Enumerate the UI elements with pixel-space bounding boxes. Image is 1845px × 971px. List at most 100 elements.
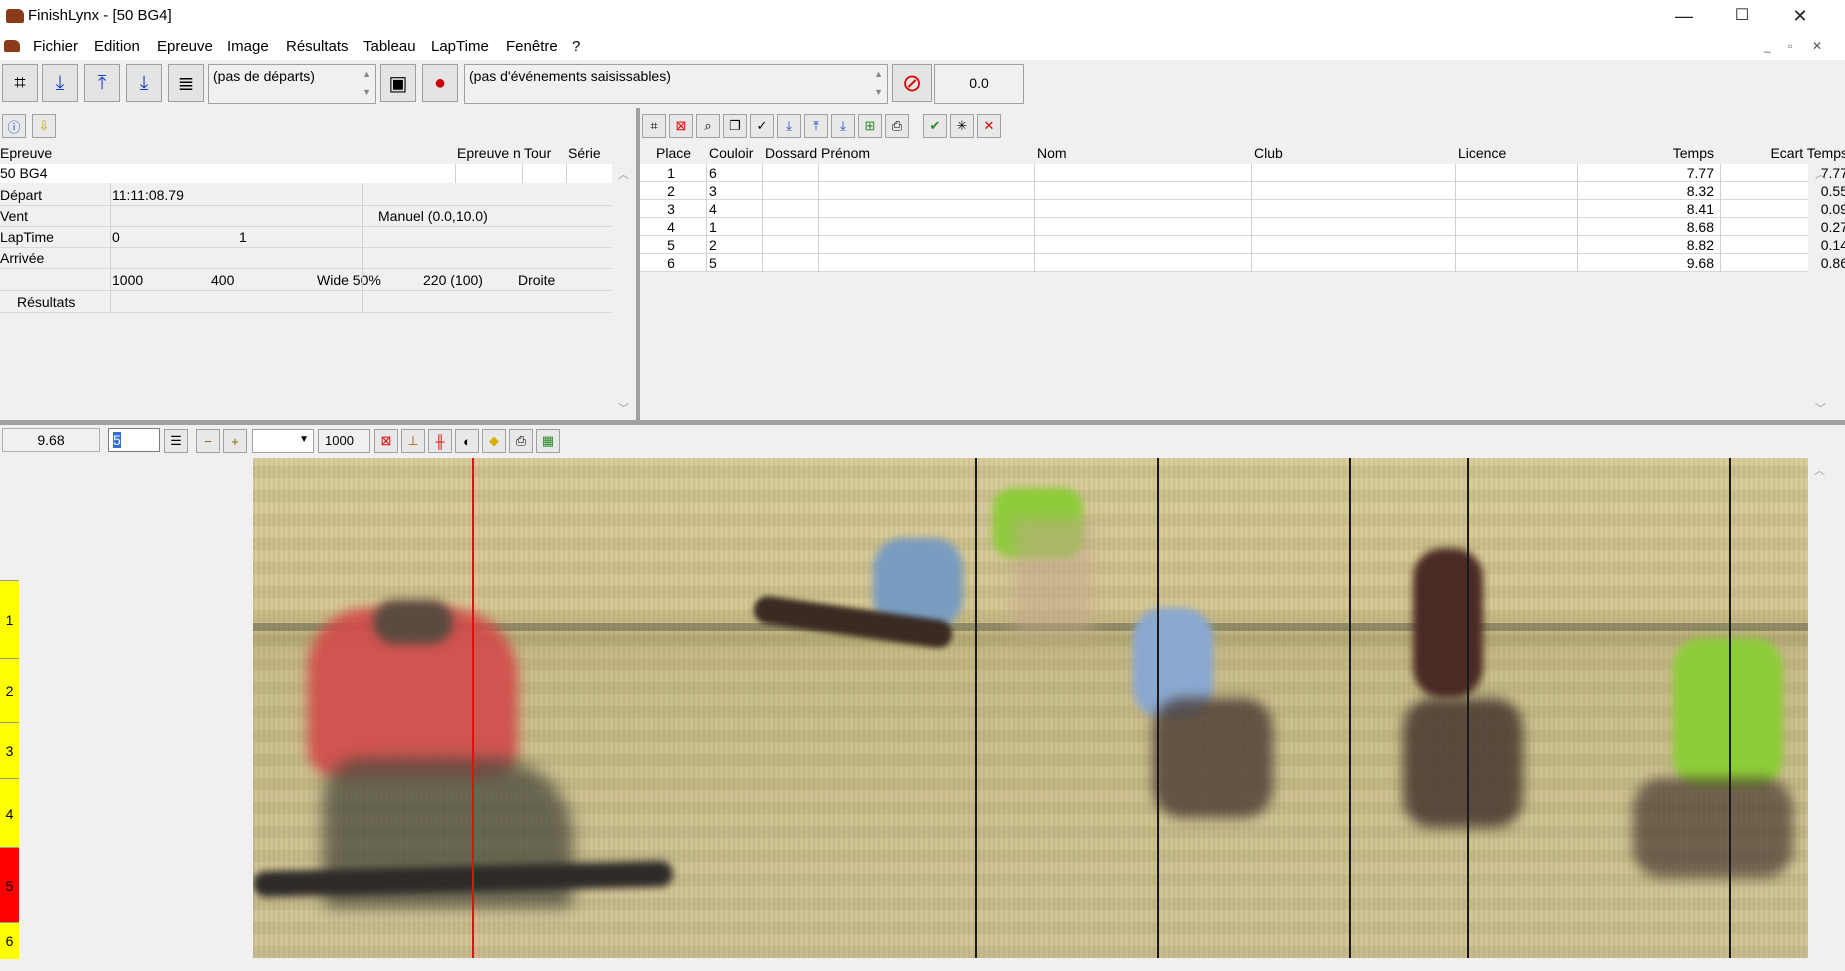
cell-ecart[interactable]: 0.14 (1730, 237, 1845, 253)
zoom-input[interactable]: 5 (108, 428, 160, 452)
mdi-minimize-button[interactable]: _ (1764, 39, 1771, 53)
nom-header[interactable]: Nom (1037, 145, 1067, 161)
cell-couloir[interactable]: 4 (709, 201, 759, 217)
event-scroll-down-icon[interactable]: ﹀ (618, 400, 629, 416)
results-clear-button[interactable]: ⊠ (669, 114, 693, 138)
settings-sliders-button[interactable]: ☰ (164, 429, 188, 453)
lane-marker-6[interactable]: 6 (0, 922, 19, 959)
close-button[interactable]: ✕ (1772, 0, 1828, 32)
cell-place[interactable]: 2 (640, 183, 702, 199)
cell-temps[interactable]: 8.32 (1640, 183, 1714, 199)
image-select-dropdown[interactable]: ▼ (252, 429, 314, 453)
events-down-arrow-icon[interactable]: ▼ (874, 87, 883, 97)
cell-couloir[interactable]: 2 (709, 237, 759, 253)
menu-edition[interactable]: Edition (94, 38, 140, 55)
menu-image[interactable]: Image (227, 38, 269, 55)
place-header[interactable]: Place (656, 145, 691, 161)
info-button[interactable]: ⓘ (2, 114, 26, 138)
menu-fenetre[interactable]: Fenêtre (506, 38, 558, 55)
depart-value[interactable]: 11:11:08.79 (112, 187, 184, 203)
red-cursor-line[interactable] (472, 458, 474, 958)
menu-epreuve[interactable]: Epreuve (157, 38, 213, 55)
results-tree-button[interactable]: ⊞ (858, 114, 882, 138)
cell-place[interactable]: 3 (640, 201, 702, 217)
laptime-value-2[interactable]: 1 (239, 229, 247, 245)
cell-ecart[interactable]: 7.77 (1730, 165, 1845, 181)
ecart-header[interactable]: Ecart Temps (1730, 145, 1845, 161)
lane-marker-1[interactable]: 1 (0, 580, 19, 659)
save-event-button[interactable]: ⤒ (84, 64, 120, 102)
cell-place[interactable]: 6 (640, 255, 702, 271)
cell-couloir[interactable]: 5 (709, 255, 759, 271)
table-row[interactable]: 6 5 9.68 0.86 (640, 254, 1845, 272)
cell-ecart[interactable]: 0.27 (1730, 219, 1845, 235)
brightness-button[interactable]: ◆ (482, 429, 506, 453)
results-open-button[interactable]: ⤓ (777, 114, 801, 138)
lane-marker-4[interactable]: 4 (0, 778, 19, 848)
event-scroll-up-icon[interactable]: ︿ (618, 166, 629, 182)
vent-value[interactable]: Manuel (0.0,10.0) (378, 208, 488, 224)
results-zoom-button[interactable]: ⌕ (696, 114, 720, 138)
image-scroll-up-icon[interactable]: ︿ (1814, 462, 1825, 478)
combo-down-arrow-icon[interactable]: ▼ (362, 87, 371, 97)
maximize-button[interactable]: ☐ (1714, 0, 1770, 32)
lane-marker-2[interactable]: 2 (0, 658, 19, 723)
cell-place[interactable]: 4 (640, 219, 702, 235)
wide-setting[interactable]: Wide 50% (317, 272, 381, 288)
measure-button[interactable]: ╫ (428, 429, 452, 453)
finish-mark-1[interactable] (975, 458, 977, 958)
image-print-button[interactable]: ⎙ (509, 429, 533, 453)
results-check-button[interactable]: ✓ (750, 114, 774, 138)
menu-laptime[interactable]: LapTime (431, 38, 489, 55)
cell-place[interactable]: 1 (640, 165, 702, 181)
events-combo[interactable]: (pas d'événements saisissables) ▲ ▼ (464, 64, 888, 104)
table-row[interactable]: 1 6 7.77 7.77 (640, 164, 1845, 182)
combo-up-arrow-icon[interactable]: ▲ (362, 69, 371, 79)
cell-ecart[interactable]: 0.55 (1730, 183, 1845, 199)
distance-b[interactable]: 400 (211, 272, 234, 288)
menu-fichier[interactable]: Fichier (33, 38, 78, 55)
start-list-button[interactable]: ≣ (168, 64, 204, 102)
distance-a[interactable]: 1000 (112, 272, 143, 288)
cell-temps[interactable]: 9.68 (1640, 255, 1714, 271)
prenom-header[interactable]: Prénom (821, 145, 870, 161)
lane-marker-3[interactable]: 3 (0, 722, 19, 779)
event-name-row[interactable]: 50 BG4 (0, 164, 612, 183)
cell-place[interactable]: 5 (640, 237, 702, 253)
cell-couloir[interactable]: 6 (709, 165, 759, 181)
zoom-in-button[interactable]: + (223, 429, 247, 453)
results-split-button[interactable]: ✳ (950, 114, 974, 138)
events-up-arrow-icon[interactable]: ▲ (874, 69, 883, 79)
table-row[interactable]: 5 2 8.82 0.14 (640, 236, 1845, 254)
document-icon[interactable] (4, 40, 20, 52)
finish-mark-4[interactable] (1467, 458, 1469, 958)
cell-couloir[interactable]: 1 (709, 219, 759, 235)
couloir-header[interactable]: Couloir (709, 145, 753, 161)
event-name[interactable]: 50 BG4 (0, 165, 47, 181)
chevron-down-icon[interactable]: ▼ (299, 434, 309, 445)
results-scroll-up-icon[interactable]: ︿ (1815, 166, 1826, 182)
licence-header[interactable]: Licence (1458, 145, 1506, 161)
import-button[interactable]: ⤓ (126, 64, 162, 102)
results-print-button[interactable]: ⎙ (885, 114, 909, 138)
cell-temps[interactable]: 8.41 (1640, 201, 1714, 217)
zoom-out-button[interactable]: − (196, 429, 220, 453)
open-event-button[interactable]: ⤓ (42, 64, 78, 102)
delete-line-button[interactable]: ⊠ (374, 429, 398, 453)
photo-finish-image[interactable] (253, 458, 1808, 958)
club-header[interactable]: Club (1254, 145, 1283, 161)
mdi-close-button[interactable]: ✕ (1812, 39, 1822, 53)
mdi-restore-button[interactable]: ▫ (1788, 39, 1792, 53)
results-delete-button[interactable]: ✕ (977, 114, 1001, 138)
grid-toggle-button[interactable]: ▦ (536, 429, 560, 453)
traffic-light-button[interactable]: ● (422, 64, 458, 102)
table-row[interactable]: 3 4 8.41 0.09 (640, 200, 1845, 218)
menu-resultats[interactable]: Résultats (286, 38, 349, 55)
results-capture-button[interactable]: ⌗ (642, 114, 666, 138)
lane-marker-5[interactable]: 5 (0, 847, 19, 923)
temps-header[interactable]: Temps (1650, 145, 1714, 161)
dossard-header[interactable]: Dossard (765, 145, 817, 161)
results-accept-button[interactable]: ✔ (923, 114, 947, 138)
download-button[interactable]: ⇩ (32, 114, 56, 138)
direction-setting[interactable]: Droite (518, 272, 555, 288)
